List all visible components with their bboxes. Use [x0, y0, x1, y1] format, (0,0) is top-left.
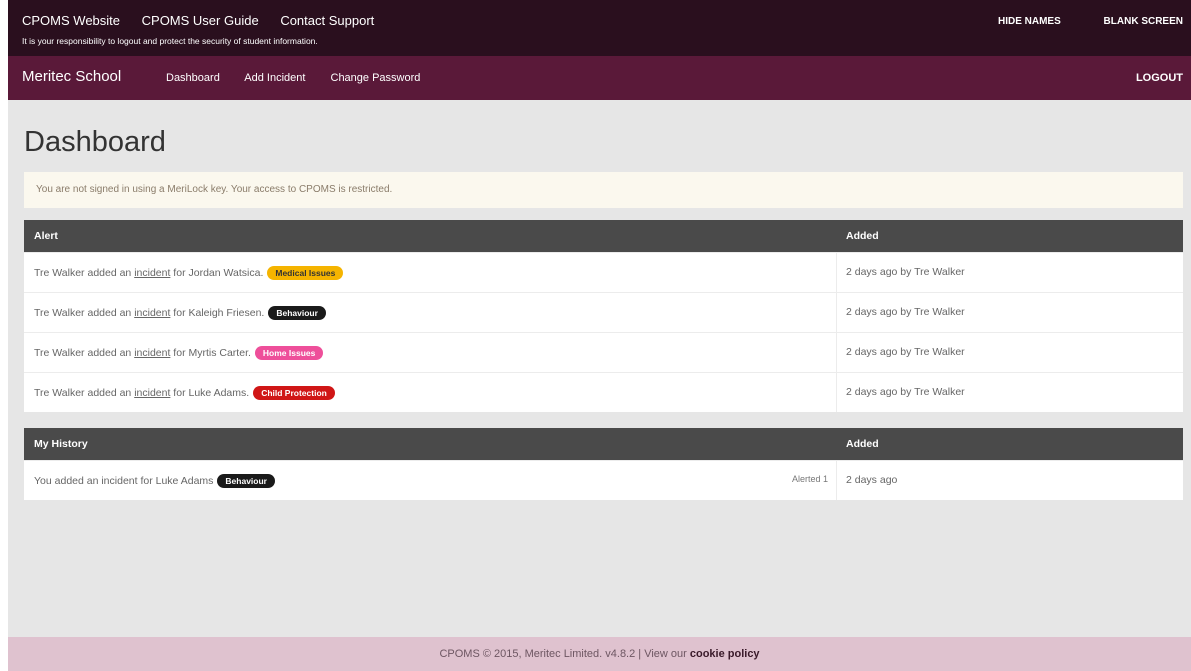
column-divider — [836, 461, 837, 500]
table-row: Tre Walker added an incident for Jordan … — [24, 252, 1183, 292]
alerted-count: Alerted 1 — [791, 474, 828, 484]
category-badge-medical: Medical Issues — [267, 266, 344, 280]
history-column-header: My History — [34, 438, 88, 450]
security-note: It is your responsibility to logout and … — [22, 36, 318, 46]
cpoms-website-link[interactable]: CPOMS Website — [22, 13, 120, 28]
top-right-links: HIDE NAMES BLANK SCREEN — [958, 16, 1183, 27]
column-divider — [836, 293, 837, 332]
added-cell: 2 days ago by Tre Walker — [846, 306, 965, 318]
hide-names-button[interactable]: HIDE NAMES — [998, 16, 1061, 27]
added-column-header: Added — [846, 230, 879, 242]
alert-text: Tre Walker added an incident for Luke Ad… — [34, 386, 335, 400]
alert-column-header: Alert — [34, 230, 58, 242]
incident-link[interactable]: incident — [134, 307, 170, 319]
nav-links: Dashboard Add Incident Change Password — [166, 72, 442, 84]
footer-text: CPOMS © 2015, Meritec Limited. v4.8.2 | … — [439, 648, 690, 660]
category-badge-behaviour: Behaviour — [217, 474, 275, 488]
category-badge-behaviour: Behaviour — [268, 306, 326, 320]
history-panel: My History Added You added an incident f… — [24, 428, 1183, 500]
column-divider — [836, 253, 837, 292]
cpoms-user-guide-link[interactable]: CPOMS User Guide — [142, 13, 259, 28]
page-title: Dashboard — [24, 126, 166, 158]
category-badge-child-protection: Child Protection — [253, 386, 335, 400]
alerts-header: Alert Added — [24, 220, 1183, 252]
nav-change-password[interactable]: Change Password — [331, 72, 421, 84]
incident-link[interactable]: incident — [134, 347, 170, 359]
cookie-policy-link[interactable]: cookie policy — [690, 648, 760, 660]
nav-add-incident[interactable]: Add Incident — [244, 72, 305, 84]
history-header: My History Added — [24, 428, 1183, 460]
category-badge-home: Home Issues — [254, 346, 324, 360]
footer: CPOMS © 2015, Meritec Limited. v4.8.2 | … — [8, 637, 1191, 671]
table-row: Tre Walker added an incident for Kaleigh… — [24, 292, 1183, 332]
added-cell: 2 days ago by Tre Walker — [846, 386, 965, 398]
top-bar: CPOMS Website CPOMS User Guide Contact S… — [8, 0, 1191, 56]
table-row: Tre Walker added an incident for Myrtis … — [24, 332, 1183, 372]
added-column-header: Added — [846, 438, 879, 450]
incident-link[interactable]: incident — [134, 267, 170, 279]
top-links: CPOMS Website CPOMS User Guide Contact S… — [22, 13, 392, 28]
history-text: You added an incident for Luke Adams Beha… — [34, 474, 275, 488]
added-cell: 2 days ago — [846, 474, 898, 486]
added-cell: 2 days ago by Tre Walker — [846, 266, 965, 278]
school-brand[interactable]: Meritec School — [22, 68, 121, 85]
column-divider — [836, 333, 837, 372]
restricted-access-notice: You are not signed in using a MeriLock k… — [24, 172, 1183, 208]
nav-dashboard[interactable]: Dashboard — [166, 72, 220, 84]
page: CPOMS Website CPOMS User Guide Contact S… — [0, 0, 1191, 671]
blank-screen-button[interactable]: BLANK SCREEN — [1104, 16, 1183, 27]
table-row: Tre Walker added an incident for Luke Ad… — [24, 372, 1183, 412]
added-cell: 2 days ago by Tre Walker — [846, 346, 965, 358]
logout-button[interactable]: LOGOUT — [1136, 72, 1183, 84]
alert-text: Tre Walker added an incident for Kaleigh… — [34, 306, 326, 320]
app-frame: CPOMS Website CPOMS User Guide Contact S… — [8, 0, 1191, 671]
alerts-panel: Alert Added Tre Walker added an incident… — [24, 220, 1183, 412]
alert-text: Tre Walker added an incident for Myrtis … — [34, 346, 324, 360]
alert-text: Tre Walker added an incident for Jordan … — [34, 266, 344, 280]
column-divider — [836, 373, 837, 412]
contact-support-link[interactable]: Contact Support — [280, 13, 374, 28]
main-nav: Meritec School Dashboard Add Incident Ch… — [8, 56, 1191, 100]
table-row: You added an incident for Luke Adams Beha… — [24, 460, 1183, 500]
incident-link[interactable]: incident — [134, 387, 170, 399]
